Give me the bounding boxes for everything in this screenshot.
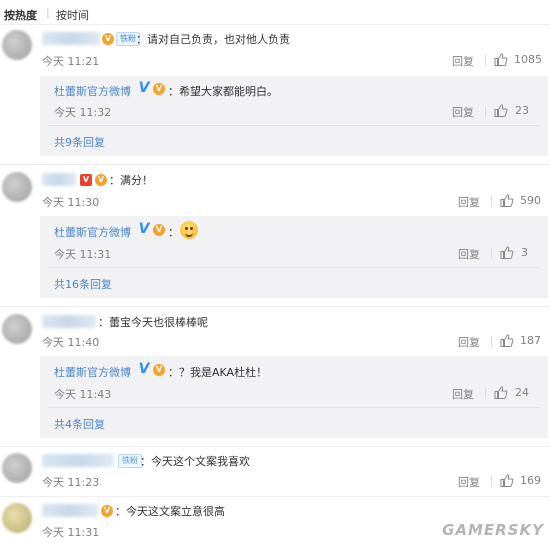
action-separator (485, 388, 486, 399)
user-name[interactable] (42, 454, 114, 467)
comment-item: 铁粉 ：今天这个文案我喜欢 今天 11:23 回复 169 (0, 446, 550, 496)
watermark: GAMERSKY (442, 521, 544, 539)
reply-box: 杜蕾斯官方微博 V V ：希望大家都能明白。 今天 11:32 回复 23 共9… (40, 76, 548, 156)
fan-badge: 铁粉 (118, 454, 142, 468)
avatar[interactable] (2, 172, 32, 202)
reply-time: 今天 11:31 (54, 248, 112, 261)
action-separator (485, 106, 486, 117)
reply-button[interactable]: 回复 (452, 386, 474, 402)
action-separator (491, 196, 492, 207)
comment-item: V 铁粉 ：请对自己负责，也对他人负责 今天 11:21 回复 1085 杜蕾斯… (0, 24, 550, 164)
member-badge-icon: V (80, 174, 92, 186)
avatar[interactable] (2, 314, 32, 344)
reply-button[interactable]: 回复 (458, 194, 480, 210)
thumbs-up-icon[interactable] (500, 334, 514, 347)
divider (48, 267, 540, 268)
avatar[interactable] (2, 453, 32, 483)
reply-time: 今天 11:43 (54, 388, 112, 401)
user-name[interactable] (42, 32, 100, 45)
member-badge-icon: V (102, 33, 114, 45)
sort-bar: 按热度 | 按时间 (0, 0, 550, 24)
avatar[interactable] (2, 503, 32, 533)
user-name[interactable] (42, 315, 96, 328)
action-separator (485, 55, 486, 66)
verified-v-icon: V (138, 361, 150, 377)
more-replies-link[interactable]: 共16条回复 (54, 276, 112, 292)
sort-separator: | (46, 6, 50, 19)
reply-box: 杜蕾斯官方微博 V V ：？我是AKA杜杜！ 今天 11:43 回复 24 共4… (40, 356, 548, 438)
comment-text: ：请对自己负责，也对他人负责 (136, 33, 290, 46)
user-name[interactable] (42, 173, 76, 186)
reply-button[interactable]: 回复 (458, 246, 480, 262)
reply-box: 杜蕾斯官方微博 V V ： 今天 11:31 回复 3 共16条回复 (40, 216, 548, 298)
avatar[interactable] (2, 30, 32, 60)
thumbs-up-icon[interactable] (494, 53, 508, 66)
comment-time: 今天 11:23 (42, 476, 100, 489)
comment-text: ：今天这个文案我喜欢 (140, 455, 250, 468)
thumbs-up-icon[interactable] (500, 246, 514, 259)
like-count: 187 (520, 334, 541, 347)
user-name[interactable] (42, 504, 98, 517)
verified-v-icon: V (138, 80, 150, 96)
comment-item: V V ：满分！ 今天 11:30 回复 590 杜蕾斯官方微博 V V ： 今… (0, 164, 550, 306)
more-replies-link[interactable]: 共4条回复 (54, 416, 105, 432)
comment-time: 今天 11:21 (42, 55, 100, 68)
sort-by-time-tab[interactable]: 按时间 (56, 7, 89, 23)
reply-text: ：希望大家都能明白。 (168, 85, 278, 98)
thumbs-up-icon[interactable] (494, 104, 508, 117)
comment-text: ：满分！ (109, 174, 153, 187)
divider (48, 125, 540, 126)
comment-time: 今天 11:30 (42, 196, 100, 209)
comment-text: ：今天这文案立意很高 (115, 505, 225, 518)
smile-emoji-icon (180, 221, 198, 239)
verified-v-icon: V (138, 221, 150, 237)
more-replies-link[interactable]: 共9条回复 (54, 134, 105, 150)
sort-by-hot-tab[interactable]: 按热度 (4, 7, 37, 23)
member-badge-icon: V (101, 505, 113, 517)
comment-item: ：蕾宝今天也很棒棒呢 今天 11:40 回复 187 杜蕾斯官方微博 V V ：… (0, 306, 550, 446)
reply-author[interactable]: 杜蕾斯官方微博 (54, 224, 131, 240)
like-count: 169 (520, 474, 541, 487)
divider (48, 407, 540, 408)
member-badge-icon: V (153, 83, 165, 95)
member-badge-icon: V (153, 224, 165, 236)
reply-text: ： (168, 226, 179, 239)
like-count: 590 (520, 194, 541, 207)
comment-time: 今天 11:31 (42, 526, 100, 539)
member-badge-icon: V (153, 364, 165, 376)
action-separator (491, 476, 492, 487)
comment-text: ：蕾宝今天也很棒棒呢 (98, 316, 208, 329)
action-separator (491, 336, 492, 347)
thumbs-up-icon[interactable] (500, 194, 514, 207)
like-count: 3 (521, 246, 528, 259)
member-badge-icon: V (95, 174, 107, 186)
thumbs-up-icon[interactable] (500, 474, 514, 487)
reply-button[interactable]: 回复 (452, 53, 474, 69)
like-count: 24 (515, 386, 529, 399)
reply-author[interactable]: 杜蕾斯官方微博 (54, 83, 131, 99)
reply-time: 今天 11:32 (54, 106, 112, 119)
reply-author[interactable]: 杜蕾斯官方微博 (54, 364, 131, 380)
comment-time: 今天 11:40 (42, 336, 100, 349)
action-separator (491, 248, 492, 259)
like-count: 23 (515, 104, 529, 117)
reply-button[interactable]: 回复 (458, 334, 480, 350)
thumbs-up-icon[interactable] (494, 386, 508, 399)
like-count: 1085 (514, 53, 542, 66)
reply-button[interactable]: 回复 (452, 104, 474, 120)
reply-button[interactable]: 回复 (458, 474, 480, 490)
reply-text: ：？我是AKA杜杜！ (168, 366, 268, 379)
